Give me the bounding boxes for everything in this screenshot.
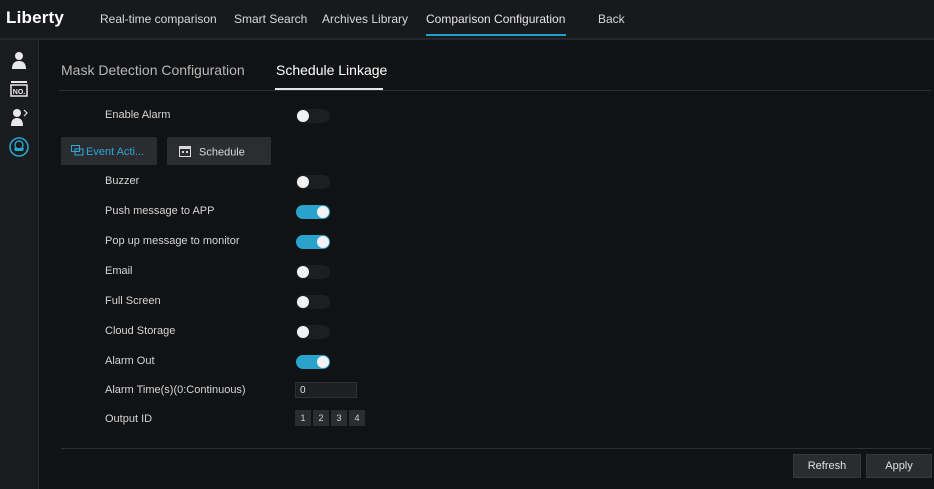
toggle-knob (297, 326, 309, 338)
alarm-time-label: Alarm Time(s)(0:Continuous) (105, 384, 246, 396)
email-label: Email (105, 265, 133, 277)
push-message-app-toggle[interactable] (296, 205, 330, 219)
main-panel: Mask Detection Configuration Schedule Li… (39, 40, 934, 489)
top-bar: Liberty Real-time comparison Smart Searc… (0, 0, 934, 40)
output-id-3[interactable]: 3 (331, 410, 347, 426)
output-id-2[interactable]: 2 (313, 410, 329, 426)
toggle-knob (317, 206, 329, 218)
popup-message-monitor-label: Pop up message to monitor (105, 235, 240, 247)
full-screen-toggle[interactable] (296, 295, 330, 309)
email-toggle[interactable] (296, 265, 330, 279)
toggle-knob (317, 236, 329, 248)
buzzer-toggle[interactable] (296, 175, 330, 189)
footer-divider (61, 448, 931, 449)
subtab-active-indicator (275, 88, 383, 90)
nav-archives-library[interactable]: Archives Library (322, 12, 408, 26)
alarm-out-label: Alarm Out (105, 355, 155, 367)
nav-smart-search[interactable]: Smart Search (234, 12, 307, 26)
person-compare-icon[interactable] (8, 106, 30, 128)
nav-active-indicator (426, 34, 566, 36)
tab-schedule-linkage[interactable]: Schedule Linkage (276, 62, 387, 78)
svg-text:NO.: NO. (13, 89, 26, 96)
apply-button[interactable]: Apply (866, 454, 932, 478)
alarm-time-input[interactable] (295, 382, 357, 398)
tab-schedule-label: Schedule (199, 146, 245, 159)
id-number-icon[interactable]: NO. (8, 78, 30, 100)
alarm-out-toggle[interactable] (296, 355, 330, 369)
push-message-app-label: Push message to APP (105, 205, 215, 217)
left-sidebar: NO. (0, 40, 39, 489)
popup-message-monitor-toggle[interactable] (296, 235, 330, 249)
toggle-knob (297, 176, 309, 188)
cloud-storage-label: Cloud Storage (105, 325, 176, 337)
subtab-bar: Mask Detection Configuration Schedule Li… (59, 40, 931, 91)
enable-alarm-label: Enable Alarm (105, 109, 171, 121)
toggle-knob (297, 266, 309, 278)
face-mask-icon[interactable] (8, 136, 30, 158)
full-screen-label: Full Screen (105, 295, 161, 307)
tab-event-action-label: Event Acti... (86, 145, 145, 158)
toggle-knob (317, 356, 329, 368)
nav-comparison-configuration[interactable]: Comparison Configuration (426, 12, 565, 26)
nav-back[interactable]: Back (598, 12, 625, 26)
output-id-label: Output ID (105, 413, 153, 425)
enable-alarm-toggle[interactable] (296, 109, 330, 123)
toggle-knob (297, 110, 309, 122)
person-icon[interactable] (8, 50, 30, 72)
output-id-1[interactable]: 1 (295, 410, 311, 426)
buzzer-label: Buzzer (105, 175, 140, 187)
event-action-icon (71, 145, 84, 159)
refresh-button[interactable]: Refresh (793, 454, 861, 478)
tab-schedule[interactable]: Schedule (167, 137, 271, 165)
toggle-knob (297, 296, 309, 308)
tab-event-action[interactable]: Event Acti... (61, 137, 157, 165)
app-logo: Liberty (6, 8, 65, 27)
output-id-4[interactable]: 4 (349, 410, 365, 426)
calendar-icon (179, 145, 191, 160)
nav-realtime-comparison[interactable]: Real-time comparison (100, 12, 217, 26)
tab-mask-detection-configuration[interactable]: Mask Detection Configuration (61, 62, 245, 78)
cloud-storage-toggle[interactable] (296, 325, 330, 339)
